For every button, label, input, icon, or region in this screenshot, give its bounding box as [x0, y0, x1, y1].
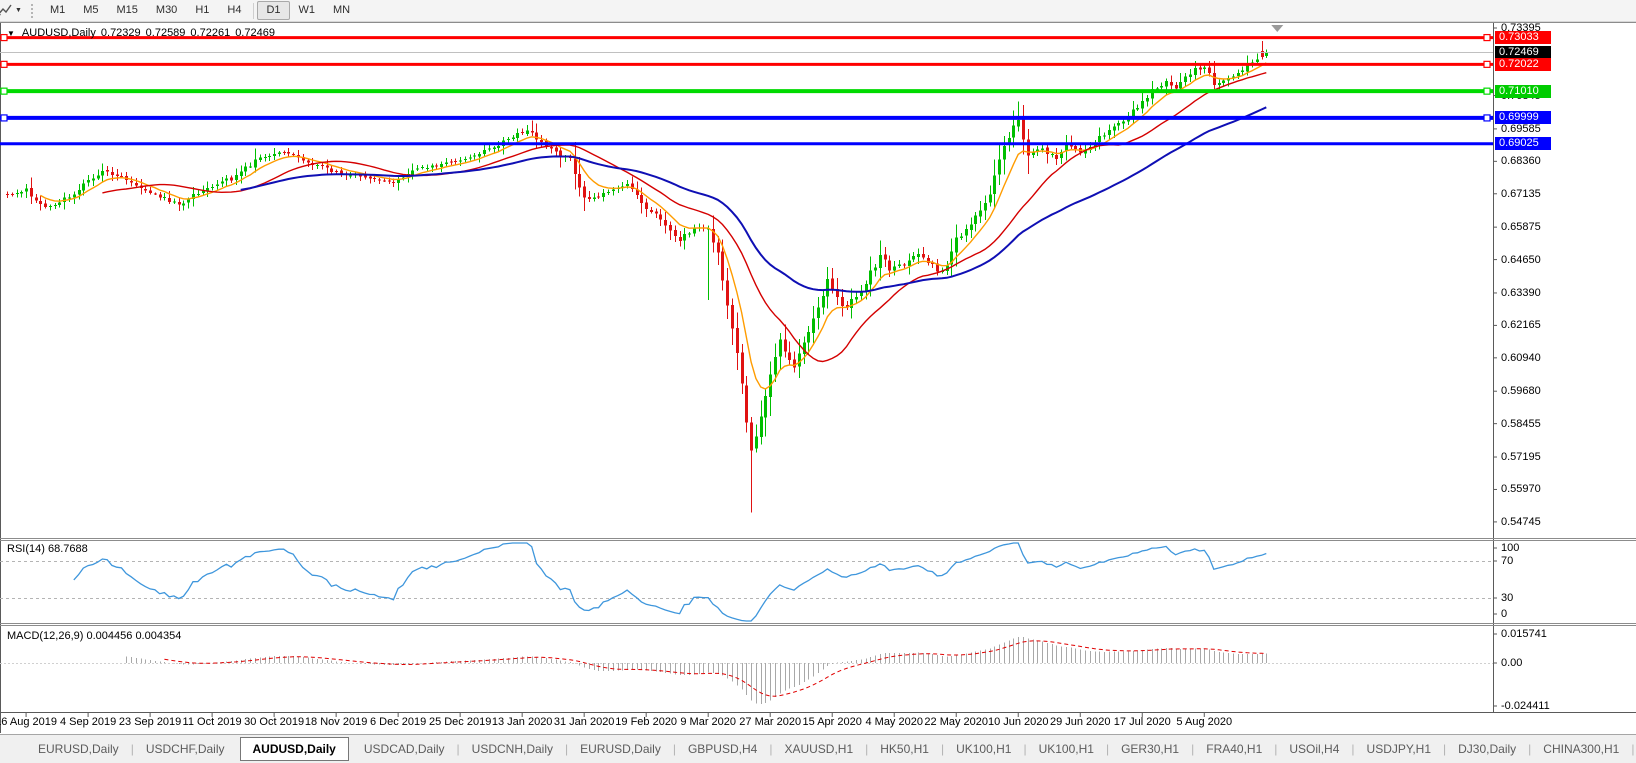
date-tick-label: 17 Jul 2020 — [1113, 716, 1171, 728]
price-tick-label: 0.54745 — [1501, 515, 1541, 528]
chart-tab-GBPUSD-H4[interactable]: GBPUSD,H4 — [676, 736, 769, 763]
price-tick-label: 0.58455 — [1501, 417, 1541, 430]
price-tick-label: 0.63390 — [1501, 286, 1541, 299]
rsi-indicator-label: RSI(14) 68.7688 — [7, 543, 88, 555]
chart-tab-XAUUSD-H1[interactable]: XAUUSD,H1 — [772, 736, 865, 763]
timeframe-button-H1[interactable]: H1 — [186, 1, 218, 20]
toolbar-grip[interactable] — [30, 3, 33, 18]
ohlc-close: 0.72469 — [235, 27, 275, 39]
price-tick-label: 0.55970 — [1501, 483, 1541, 496]
date-tick-label: 9 Mar 2020 — [680, 716, 737, 728]
line-studies-icon[interactable] — [0, 3, 13, 19]
timeframe-button-group: M1 M5 M15 M30 H1 H4 D1 W1 MN — [41, 1, 359, 20]
toolbar-separator — [253, 2, 255, 19]
date-tick-label: 22 May 2020 — [924, 716, 989, 728]
price-tick-label: 0.67135 — [1501, 187, 1541, 200]
chart-tab-UK100-H1[interactable]: UK100,H1 — [944, 736, 1023, 763]
price-tick-label: 0.68360 — [1501, 155, 1541, 168]
ohlc-high: 0.72589 — [145, 27, 186, 39]
timeframe-button-W1[interactable]: W1 — [290, 1, 325, 20]
macd-axis-label: 0.00 — [1501, 657, 1523, 669]
chart-tab-AUDUSD-Daily[interactable]: AUDUSD,Daily — [239, 737, 349, 761]
ohlc-open: 0.72329 — [100, 27, 141, 39]
date-tick-label: 4 May 2020 — [865, 716, 923, 728]
top-toolbar: ▼ M1 M5 M15 M30 H1 H4 D1 W1 MN — [0, 0, 1636, 22]
hline-price-badge: 0.69999 — [1495, 111, 1551, 125]
date-tick-label: 10 Jun 2020 — [987, 716, 1049, 728]
price-axis[interactable]: 0.733950.708450.695850.683600.671350.658… — [1494, 0, 1636, 763]
date-tick-label: 27 Mar 2020 — [739, 716, 802, 728]
timeframe-button-M15[interactable]: M15 — [108, 1, 147, 20]
hline-price-badge: 0.71010 — [1495, 84, 1551, 98]
price-tick-label: 0.60940 — [1501, 351, 1541, 364]
chart-tab-EURUSD-Daily[interactable]: EURUSD,Daily — [568, 736, 673, 763]
line-handle[interactable] — [1483, 114, 1491, 122]
chart-window-title: ▼ AUDUSD,Daily 0.72329 0.72589 0.72261 0… — [7, 27, 275, 39]
timeframe-button-M30[interactable]: M30 — [147, 1, 186, 20]
rsi-axis-label: 100 — [1501, 542, 1520, 554]
chart-tab-USDJPY-H1[interactable]: USDJPY,H1 — [1355, 736, 1443, 763]
chart-tab-USDCHF-Daily[interactable]: USDCHF,Daily — [134, 736, 237, 763]
rsi-axis-label: 70 — [1501, 555, 1514, 567]
date-tick-label: 19 Feb 2020 — [615, 716, 678, 728]
chevron-down-icon[interactable]: ▼ — [15, 7, 22, 14]
date-tick-label: 31 Jan 2020 — [553, 716, 615, 728]
line-handle[interactable] — [1483, 87, 1491, 95]
price-tick-label: 0.57195 — [1501, 451, 1541, 464]
chart-tab-HK50-H1[interactable]: HK50,H1 — [868, 736, 941, 763]
chart-tab-USDCNH-Daily[interactable]: USDCNH,Daily — [460, 736, 565, 763]
timeframe-button-H4[interactable]: H4 — [218, 1, 250, 20]
date-tick-label: 4 Sep 2019 — [59, 716, 117, 728]
date-tick-label: 29 Jun 2020 — [1049, 716, 1111, 728]
date-tick-label: 13 Jan 2020 — [491, 716, 553, 728]
date-tick-label: 25 Dec 2019 — [428, 716, 492, 728]
macd-axis-label: -0.024411 — [1501, 700, 1550, 712]
line-handle[interactable] — [1483, 33, 1491, 42]
chart-tab-bar: EURUSD,Daily | USDCHF,Daily AUDUSD,Daily USD… — [0, 734, 1636, 763]
timeframe-button-M5[interactable]: M5 — [74, 1, 107, 20]
chart-tab-UK100-H1[interactable]: UK100,H1 — [1027, 736, 1106, 763]
window-collapse-icon[interactable]: ▼ — [7, 29, 15, 38]
line-handle[interactable] — [1483, 60, 1491, 68]
date-tick-label: 30 Oct 2019 — [244, 716, 305, 728]
symbol-label: AUDUSD,Daily — [21, 27, 96, 39]
line-handle[interactable] — [0, 60, 8, 68]
price-tick-label: 0.62165 — [1501, 319, 1541, 332]
hline-price-badge: 0.72022 — [1495, 57, 1551, 71]
price-tick-label: 0.59680 — [1501, 385, 1541, 398]
date-tick-label: 5 Aug 2020 — [1176, 716, 1233, 728]
line-handle[interactable] — [0, 114, 8, 122]
timeframe-button-MN[interactable]: MN — [324, 1, 359, 20]
chart-tab-USDCAD-Daily[interactable]: USDCAD,Daily — [352, 736, 457, 763]
date-tick-label: 11 Oct 2019 — [182, 716, 242, 728]
timeframe-button-D1[interactable]: D1 — [257, 1, 290, 20]
price-tick-label: 0.64650 — [1501, 253, 1541, 266]
macd-axis-label: 0.015741 — [1501, 628, 1547, 640]
date-tick-label: 23 Sep 2019 — [118, 716, 182, 728]
hline-price-badge: 0.69025 — [1495, 137, 1551, 151]
price-tick-label: 0.65875 — [1501, 221, 1541, 234]
date-axis[interactable]: 16 Aug 2019 4 Sep 2019 23 Sep 2019 11 Oct 2… — [0, 714, 1492, 734]
rsi-axis-label: 30 — [1501, 592, 1514, 604]
date-tick-label: 6 Dec 2019 — [369, 716, 427, 728]
price-tick-label: 0.69585 — [1501, 122, 1541, 135]
chart-tab-CHINA300-H1[interactable]: CHINA300,H1 — [1531, 736, 1631, 763]
chart-tab-EURUSD-Daily[interactable]: EURUSD,Daily — [26, 736, 131, 763]
macd-indicator-label: MACD(12,26,9) 0.004456 0.004354 — [7, 630, 182, 642]
line-handle[interactable] — [0, 87, 8, 95]
chart-tab-FRA40-H1[interactable]: FRA40,H1 — [1194, 736, 1274, 763]
chart-tab-GER30-H1[interactable]: GER30,H1 — [1109, 736, 1191, 763]
chart-tab-USOil-H4[interactable]: USOil,H4 — [1277, 736, 1351, 763]
timeframe-button-M1[interactable]: M1 — [41, 1, 74, 20]
hline-price-badge: 0.73033 — [1495, 31, 1551, 45]
chart-canvas[interactable] — [0, 0, 1636, 763]
date-tick-label: 16 Aug 2019 — [0, 716, 57, 728]
rsi-axis-label: 0 — [1501, 608, 1508, 620]
date-tick-label: 15 Apr 2020 — [802, 716, 862, 728]
ohlc-low: 0.72261 — [190, 27, 231, 39]
chart-tab-DJ30-Daily[interactable]: DJ30,Daily — [1446, 736, 1528, 763]
date-tick-label: 18 Nov 2019 — [304, 716, 368, 728]
